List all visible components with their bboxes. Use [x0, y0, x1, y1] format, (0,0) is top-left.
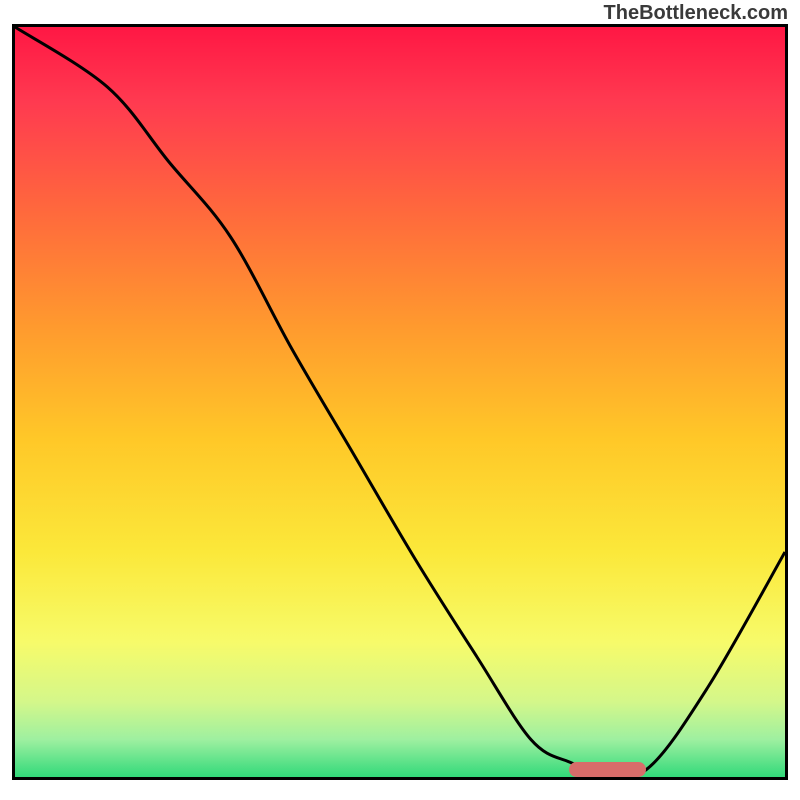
watermark-text: TheBottleneck.com	[604, 2, 788, 25]
chart-plot-area	[12, 24, 788, 780]
optimal-region-marker	[569, 762, 646, 778]
bottleneck-curve	[15, 27, 785, 777]
